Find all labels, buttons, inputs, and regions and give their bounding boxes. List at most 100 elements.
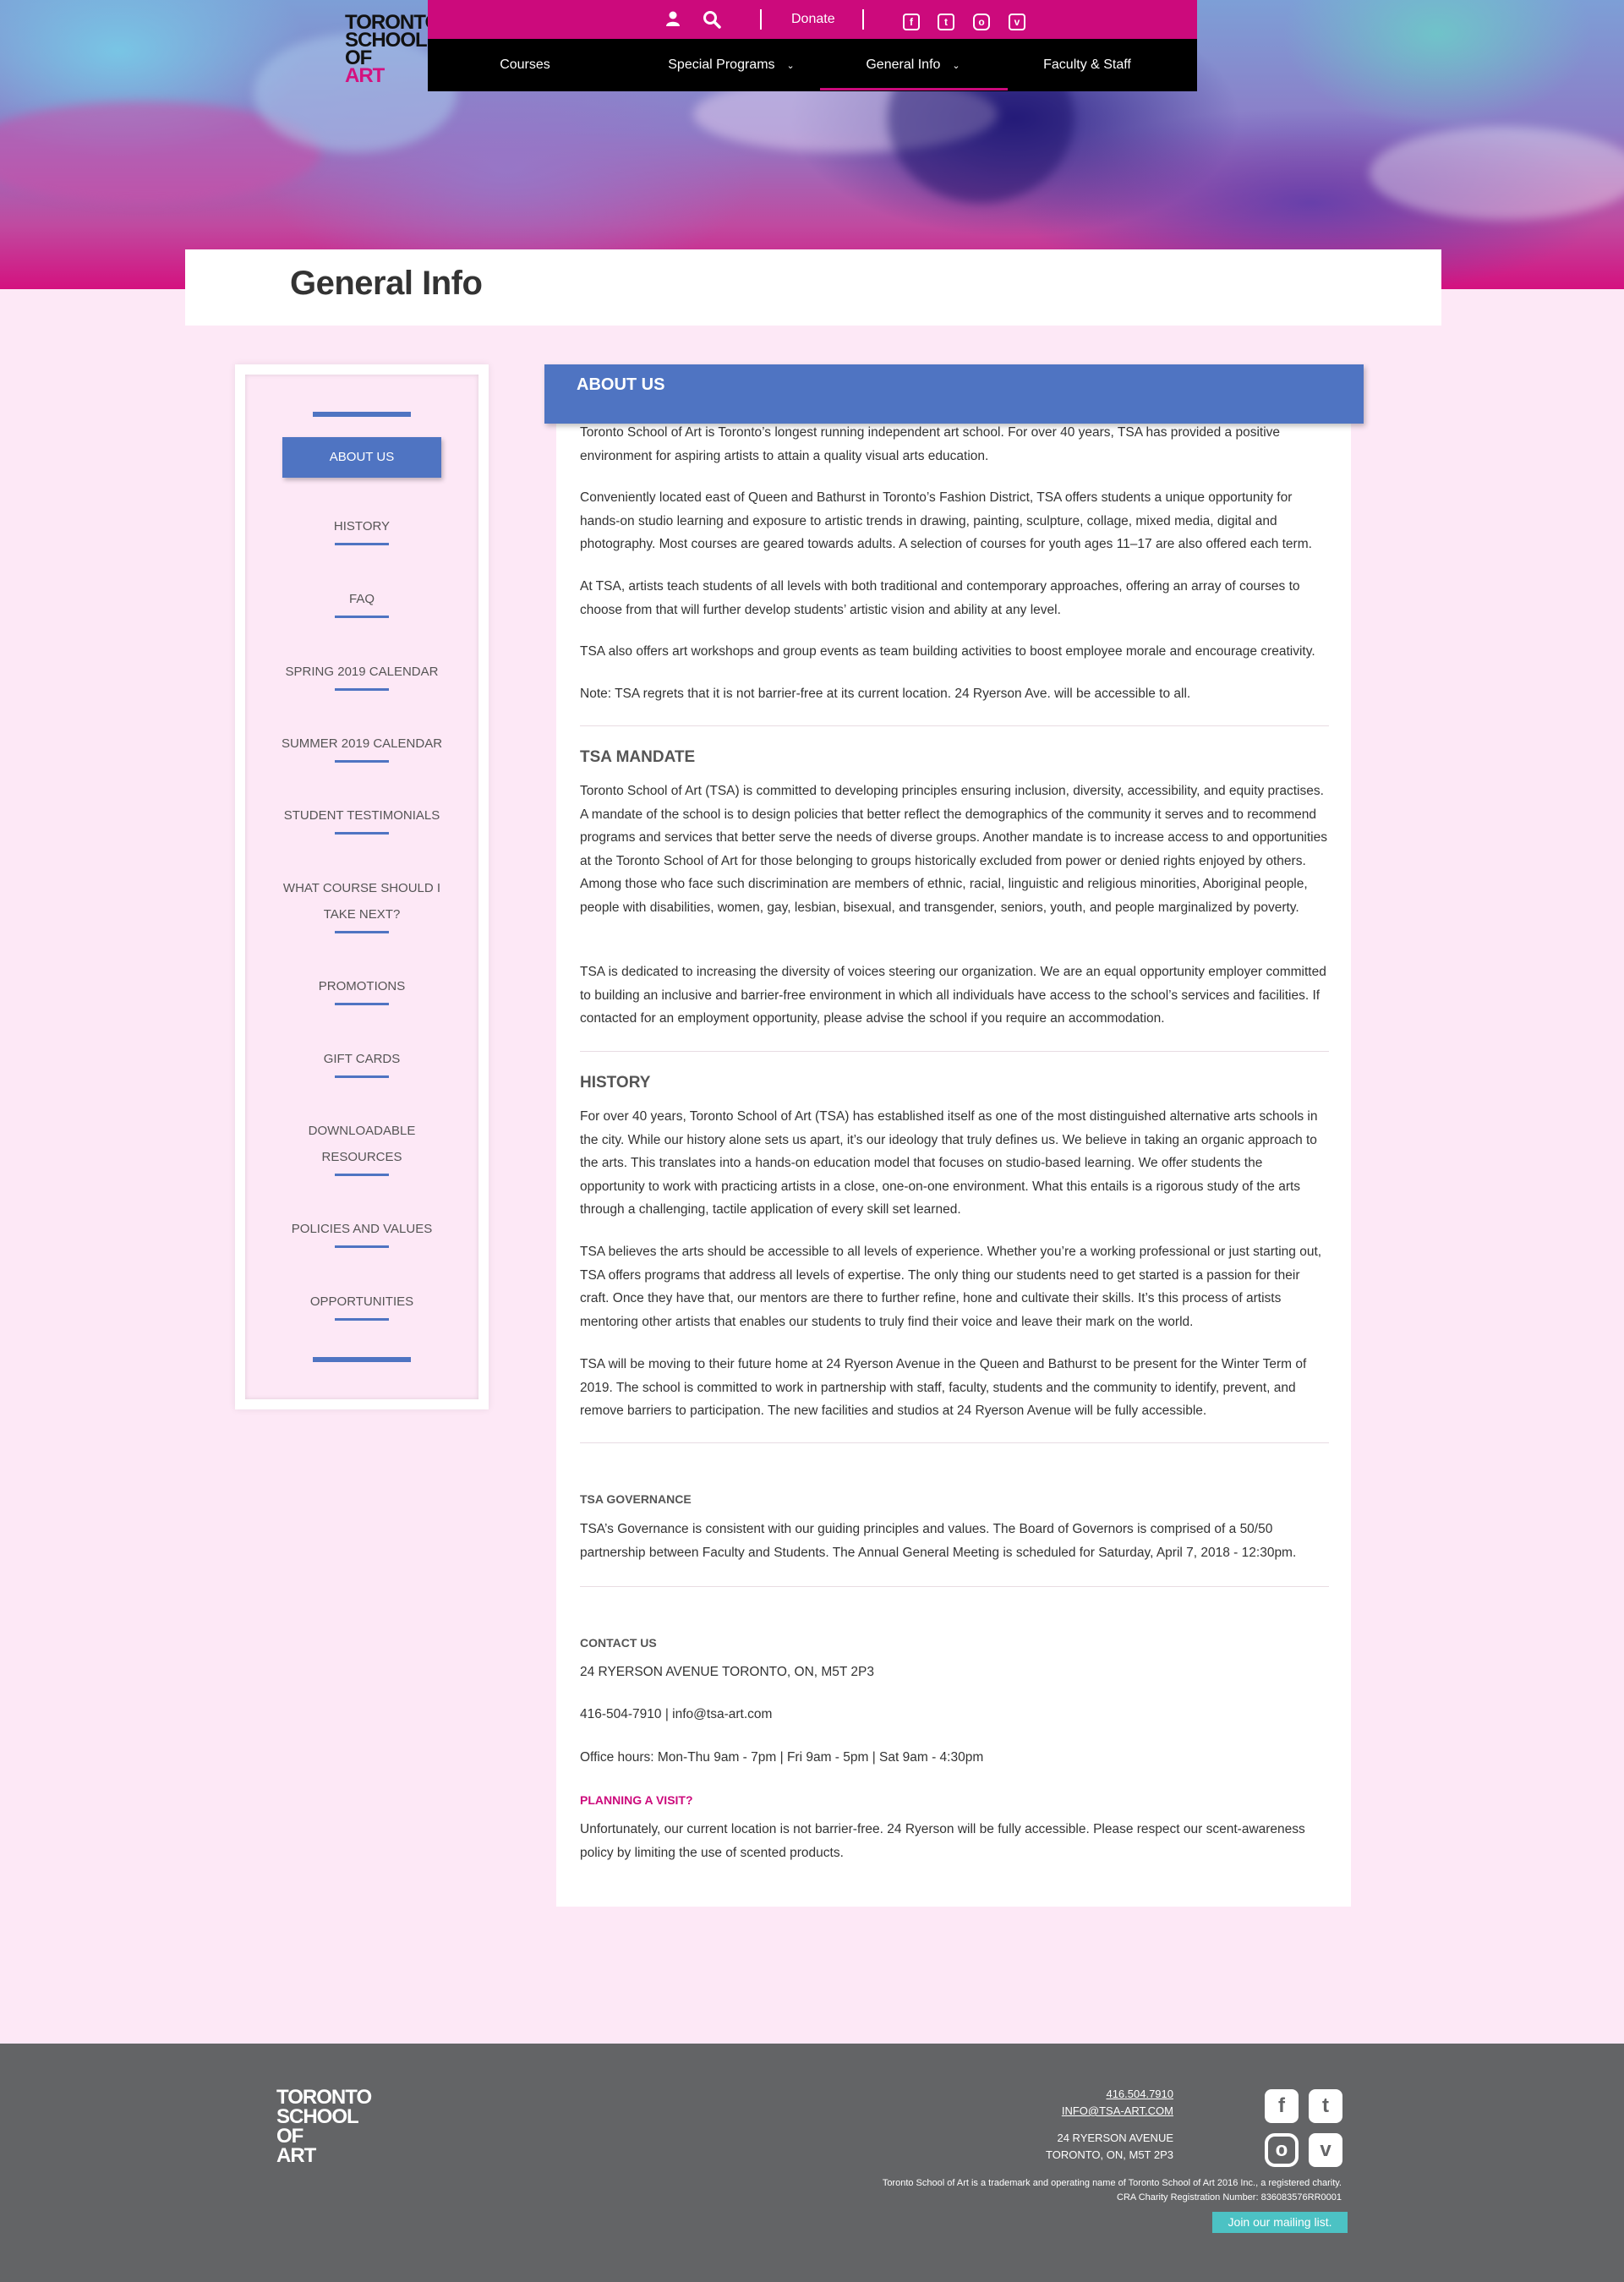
mailing-list-button[interactable]: Join our mailing list. — [1212, 2212, 1348, 2233]
item-underline — [335, 688, 389, 691]
nav-courses[interactable]: Courses — [478, 39, 571, 91]
divider — [580, 725, 1329, 726]
footer-logo-line-2: SCHOOL — [276, 2105, 359, 2128]
footer: TORONTO SCHOOL OF ART 416.504.7910 INFO@… — [0, 2044, 1624, 2282]
item-underline — [335, 1318, 389, 1321]
sidebar-item-history[interactable]: HISTORY — [245, 513, 478, 545]
about-note: Note: TSA regrets that it is not barrier… — [580, 687, 1191, 701]
content-card: Toronto School of Art is Toronto’s longe… — [556, 400, 1351, 1907]
chevron-down-icon: ⌄ — [786, 61, 795, 71]
footer-logo-line-1: TORONTO — [276, 2086, 372, 2109]
sidebar-item-label: DOWNLOADABLE — [308, 1124, 416, 1138]
history-paragraph: TSA believes the arts should be accessib… — [580, 1245, 1322, 1329]
sidebar-item-label: HISTORY — [333, 519, 391, 534]
item-underline — [335, 1003, 389, 1005]
item-underline — [335, 1174, 389, 1176]
school-logo[interactable]: TORONTO SCHOOL OF ART — [345, 13, 440, 86]
contact-heading: CONTACT US — [580, 1636, 657, 1650]
item-underline — [335, 1245, 389, 1248]
sidebar-item-label: TAKE NEXT? — [323, 907, 401, 922]
history-paragraph: TSA will be moving to their future home … — [580, 1357, 1307, 1418]
item-underline — [335, 1075, 389, 1078]
footer-logo[interactable]: TORONTO SCHOOL OF ART — [276, 2086, 372, 2166]
footer-logo-line-3: OF — [276, 2125, 303, 2148]
nav-special-programs[interactable]: Special Programs ⌄ — [642, 39, 820, 91]
sidebar-item-label: FAQ — [348, 592, 375, 606]
footer-legal: Toronto School of Art is a trademark and… — [883, 2176, 1342, 2205]
office-hours: Office hours: Mon-Thu 9am - 7pm | Fri 9a… — [580, 1750, 984, 1765]
sidebar-top-bar — [313, 412, 411, 417]
sidebar-bottom-bar — [313, 1357, 411, 1362]
sidebar-item-testimonials[interactable]: STUDENT TESTIMONIALS — [245, 802, 478, 835]
history-heading: HISTORY — [580, 1074, 651, 1092]
nav-courses-label: Courses — [500, 57, 550, 72]
twitter-icon[interactable]: t — [936, 10, 956, 30]
vimeo-icon[interactable]: v — [1309, 2133, 1342, 2167]
nav-special-programs-label: Special Programs — [668, 57, 775, 72]
sidebar-item-opportunities[interactable]: OPPORTUNITIES — [245, 1289, 478, 1321]
sidebar-item-label: OPPORTUNITIES — [309, 1294, 414, 1309]
sidebar-item-about-us[interactable]: ABOUT US — [282, 437, 441, 478]
history-paragraph: For over 40 years, Toronto School of Art… — [580, 1109, 1318, 1217]
divider — [862, 9, 864, 30]
sidebar-item-spring-calendar[interactable]: SPRING 2019 CALENDAR — [245, 659, 478, 691]
nav-general-info-label: General Info — [866, 57, 941, 72]
about-paragraph: Conveniently located east of Queen and B… — [580, 490, 1312, 551]
instagram-icon[interactable]: o — [1265, 2133, 1299, 2167]
nav-faculty-staff[interactable]: Faculty & Staff — [1003, 39, 1172, 91]
sidebar-item-summer-calendar[interactable]: SUMMER 2019 CALENDAR — [245, 731, 478, 763]
governance-heading: TSA GOVERNANCE — [580, 1492, 692, 1506]
active-nav-indicator — [820, 88, 1008, 90]
footer-contact: 416.504.7910 INFO@TSA-ART.COM 24 RYERSON… — [1046, 2086, 1173, 2164]
sidebar-item-label: STUDENT TESTIMONIALS — [283, 808, 440, 823]
divider — [580, 1586, 1329, 1587]
sidebar-item-label: PROMOTIONS — [318, 979, 406, 993]
nav-faculty-staff-label: Faculty & Staff — [1043, 57, 1131, 72]
sidebar-item-downloadable-resources[interactable]: DOWNLOADABLE RESOURCES — [245, 1118, 478, 1176]
sidebar-item-label: SPRING 2019 CALENDAR — [285, 665, 439, 679]
page-title: General Info — [290, 265, 483, 302]
sidebar-item-label: RESOURCES — [321, 1150, 402, 1164]
instagram-icon[interactable]: o — [971, 10, 992, 30]
item-underline — [335, 832, 389, 835]
page-title-bar: General Info — [185, 249, 1441, 326]
sidebar-item-label: POLICIES AND VALUES — [291, 1222, 433, 1236]
about-paragraph: TSA also offers art workshops and group … — [580, 644, 1315, 659]
mandate-paragraph: Toronto School of Art (TSA) is committed… — [580, 784, 1327, 915]
sidebar-item-label: WHAT COURSE SHOULD I — [282, 881, 441, 895]
legal-line-2: CRA Charity Registration Number: 8360835… — [1117, 2192, 1342, 2203]
footer-address-line-2: TORONTO, ON, M5T 2P3 — [1046, 2148, 1173, 2161]
sidebar-item-promotions[interactable]: PROMOTIONS — [245, 973, 478, 1005]
about-us-title: ABOUT US — [577, 375, 665, 394]
divider — [760, 9, 762, 30]
item-underline — [335, 616, 389, 618]
sidebar-item-policies[interactable]: POLICIES AND VALUES — [245, 1216, 478, 1248]
governance-paragraph: TSA’s Governance is consistent with our … — [580, 1522, 1297, 1560]
about-us-header: ABOUT US — [544, 364, 1364, 424]
sidebar-panel: ABOUT US HISTORY FAQ SPRING 2019 CALENDA… — [245, 375, 478, 1399]
legal-line-1: Toronto School of Art is a trademark and… — [882, 2178, 1342, 2188]
footer-email-link[interactable]: INFO@TSA-ART.COM — [1062, 2104, 1173, 2117]
twitter-icon[interactable]: t — [1309, 2089, 1342, 2123]
contact-phone-email: 416-504-7910 | info@tsa-art.com — [580, 1707, 773, 1721]
item-underline — [335, 931, 389, 933]
about-paragraph: At TSA, artists teach students of all le… — [580, 579, 1300, 617]
sidebar-item-faq[interactable]: FAQ — [245, 586, 478, 618]
sidebar-item-label: GIFT CARDS — [323, 1052, 401, 1066]
footer-phone-link[interactable]: 416.504.7910 — [1106, 2088, 1173, 2100]
divider — [580, 1442, 1329, 1443]
main-nav: Courses Special Programs ⌄ General Info ⌄ … — [428, 39, 1197, 91]
planning-visit-heading: PLANNING A VISIT? — [580, 1793, 693, 1807]
facebook-icon[interactable]: f — [1265, 2089, 1299, 2123]
mandate-heading: TSA MANDATE — [580, 748, 696, 766]
sidebar-item-what-course[interactable]: WHAT COURSE SHOULD I TAKE NEXT? — [245, 875, 478, 933]
sidebar-item-label: SUMMER 2019 CALENDAR — [281, 736, 443, 751]
vimeo-icon[interactable]: v — [1007, 10, 1027, 30]
donate-link[interactable]: Donate — [791, 12, 835, 27]
nav-general-info[interactable]: General Info ⌄ — [837, 39, 989, 91]
search-icon[interactable] — [702, 10, 722, 32]
sidebar-item-gift-cards[interactable]: GIFT CARDS — [245, 1046, 478, 1078]
utility-bar: Donate f t o v — [428, 0, 1197, 39]
user-icon[interactable] — [663, 10, 683, 30]
facebook-icon[interactable]: f — [901, 10, 921, 30]
